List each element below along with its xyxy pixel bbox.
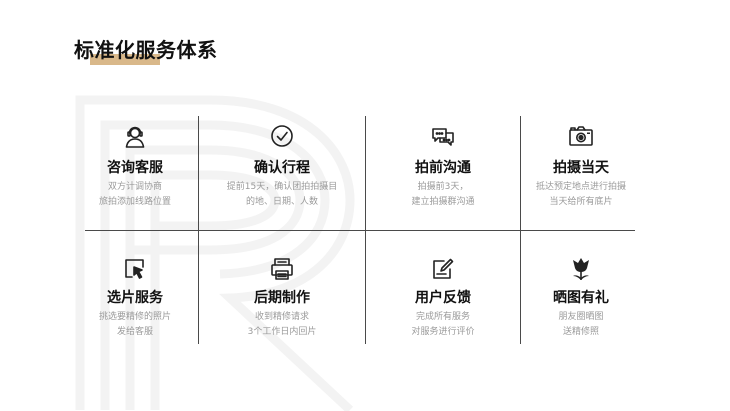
printer-icon: [269, 256, 295, 282]
service-card-confirm-itinerary: 确认行程 提前15天，确认团拍拍摄目 的地、日期、人数: [199, 116, 365, 230]
service-desc-line: 对服务进行评价: [411, 327, 475, 337]
flower-icon: [568, 256, 594, 282]
service-card-pre-shoot-communication: 拍前沟通 拍摄前3天， 建立拍摄群沟通: [366, 116, 520, 230]
service-card-photo-selection: 选片服务 挑选要精修的照片 发给客服: [85, 231, 185, 344]
page-title-area: 标准化服务体系: [74, 34, 218, 65]
service-desc-line: 当天给所有底片: [549, 197, 613, 207]
service-desc-line: 送精修照: [562, 327, 599, 337]
service-title: 选片服务: [107, 290, 163, 306]
customer-service-icon: [122, 123, 148, 149]
service-title: 咨询客服: [107, 160, 163, 176]
service-desc-line: 发给客服: [116, 327, 153, 337]
service-desc-line: 挑选要精修的照片: [98, 312, 171, 322]
check-circle-icon: [269, 123, 295, 149]
service-desc-line: 的地、日期、人数: [245, 197, 318, 207]
service-desc-line: 提前15天，确认团拍拍摄目: [226, 182, 338, 192]
service-title: 拍摄当天: [553, 160, 609, 176]
service-grid: 咨询客服 双方计调协商 旅拍添加线路位置 确认行程 提前15天，确认团拍拍摄目 …: [85, 116, 635, 344]
photo-select-icon: [122, 256, 148, 282]
service-title: 拍前沟通: [415, 160, 471, 176]
service-desc-line: 收到精修请求: [254, 312, 309, 322]
chat-bubbles-icon: [430, 125, 456, 151]
service-desc-line: 旅拍添加线路位置: [98, 197, 171, 207]
service-card-user-feedback: 用户反馈 完成所有服务 对服务进行评价: [366, 231, 520, 344]
service-card-shoot-day: 拍摄当天 抵达预定地点进行拍摄 当天给所有底片: [521, 116, 641, 230]
service-desc-line: 建立拍摄群沟通: [411, 197, 475, 207]
service-desc-line: 双方计调协商: [107, 182, 162, 192]
service-desc-line: 3个工作日内回片: [247, 327, 317, 337]
service-title: 用户反馈: [415, 290, 471, 306]
feedback-icon: [430, 256, 456, 282]
service-title: 后期制作: [254, 290, 310, 306]
service-card-share-reward: 晒图有礼 朋友圈晒图 送精修照: [521, 231, 641, 344]
camera-icon: [568, 123, 594, 149]
service-title: 确认行程: [254, 160, 310, 176]
service-desc-line: 抵达预定地点进行拍摄: [535, 182, 626, 192]
service-title: 晒图有礼: [553, 290, 609, 306]
page-title: 标准化服务体系: [74, 38, 218, 62]
service-card-consult: 咨询客服 双方计调协商 旅拍添加线路位置: [85, 116, 185, 230]
service-desc-line: 朋友圈晒图: [558, 312, 604, 322]
service-desc-line: 拍摄前3天，: [417, 182, 469, 192]
service-card-post-production: 后期制作 收到精修请求 3个工作日内回片: [199, 231, 365, 344]
service-desc-line: 完成所有服务: [415, 312, 470, 322]
